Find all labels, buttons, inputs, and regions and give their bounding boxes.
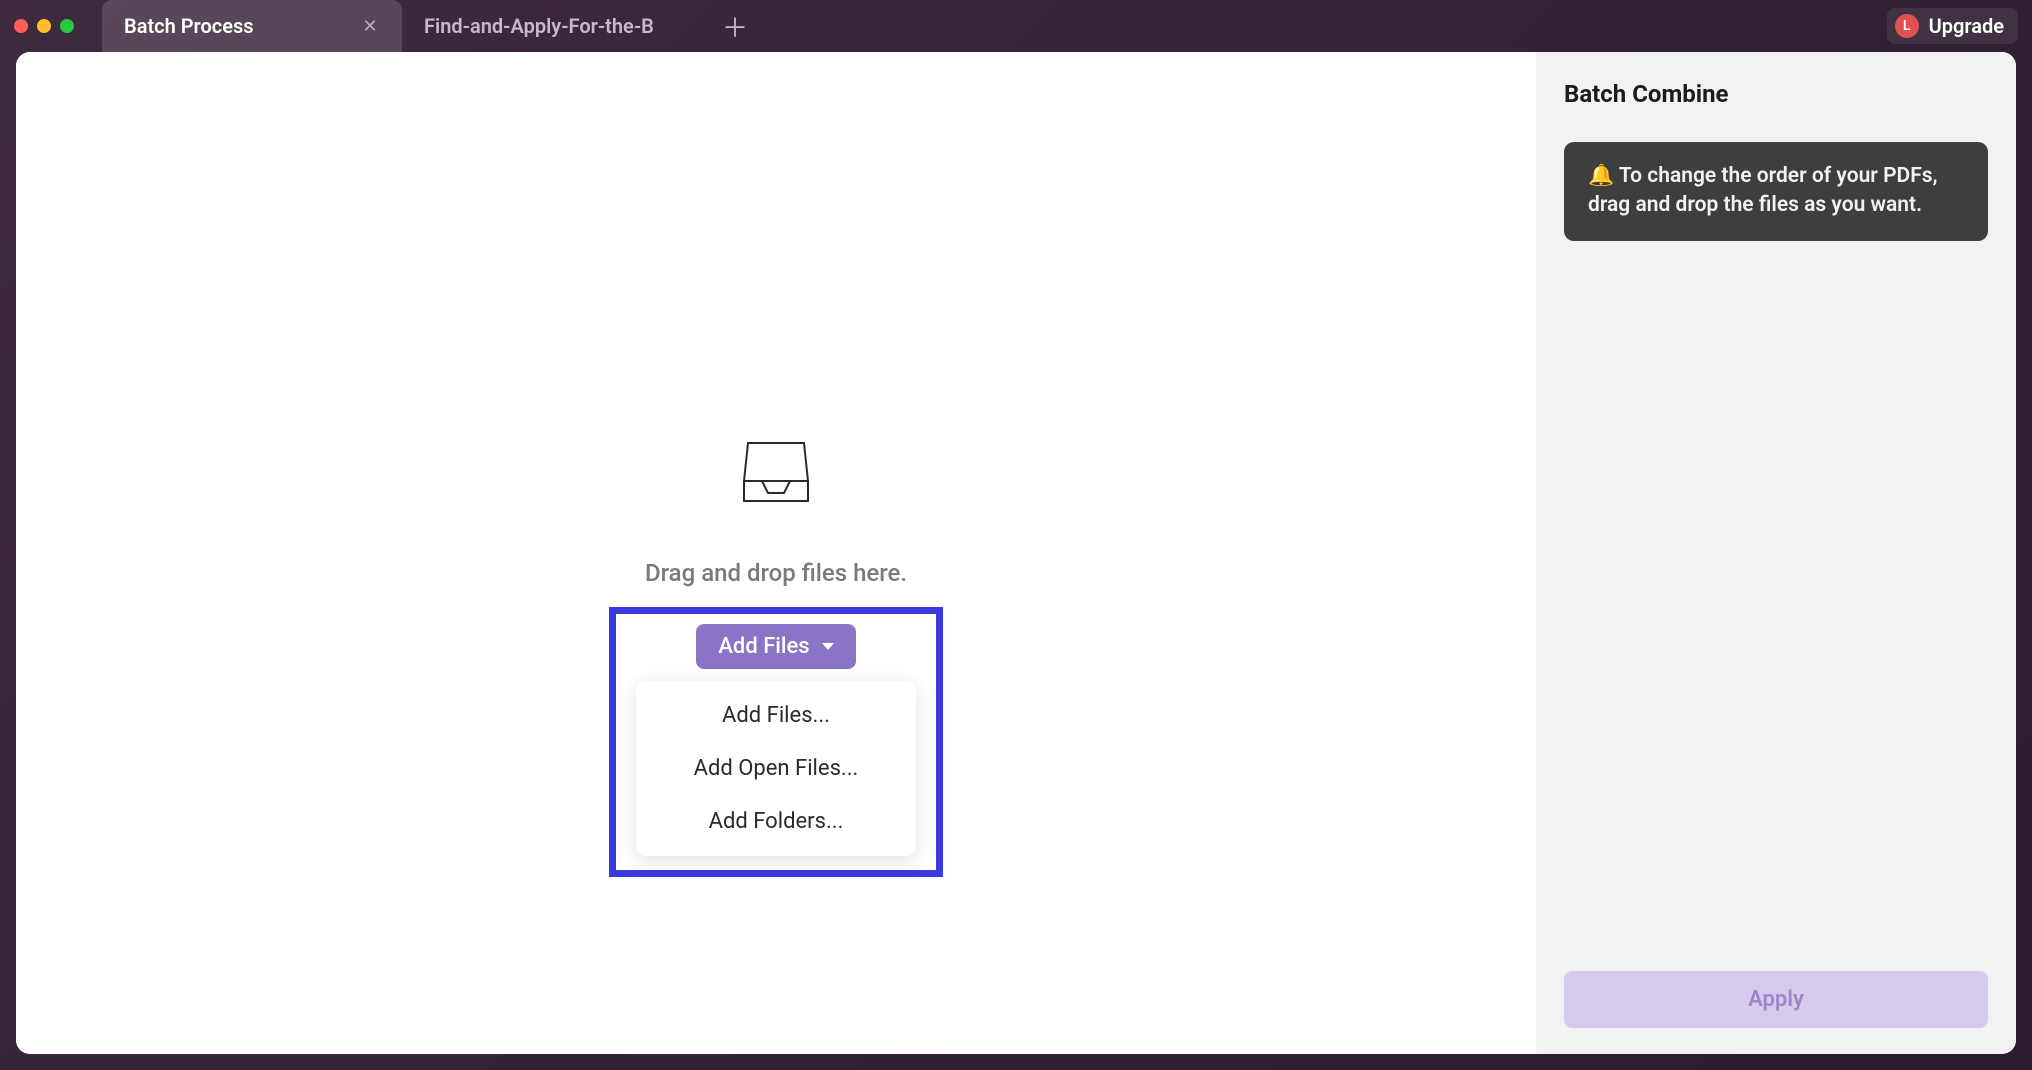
tabstrip: Batch Process ✕ Find-and-Apply-For-the-B… <box>102 0 1879 52</box>
tab-label: Find-and-Apply-For-the-B <box>424 14 680 38</box>
window-minimize-button[interactable] <box>37 19 51 33</box>
menu-item-add-folders[interactable]: Add Folders... <box>636 795 916 848</box>
tab-close-icon[interactable]: ✕ <box>360 16 380 36</box>
tip-text: To change the order of your PDFs, drag a… <box>1588 164 1938 217</box>
add-files-highlight: Add Files Add Files... Add Open Files...… <box>609 607 943 877</box>
inbox-tray-icon <box>740 437 812 511</box>
sidebar: Batch Combine 🔔 To change the order of y… <box>1536 52 2016 1054</box>
main-drop-area[interactable]: Drag and drop files here. Add Files Add … <box>16 52 1536 1054</box>
titlebar: Batch Process ✕ Find-and-Apply-For-the-B… <box>0 0 2032 52</box>
tab-label: Batch Process <box>124 14 254 38</box>
workspace: Drag and drop files here. Add Files Add … <box>16 52 2016 1054</box>
titlebar-right: L Upgrade <box>1887 8 2018 44</box>
upgrade-label: Upgrade <box>1929 14 2004 38</box>
add-files-label: Add Files <box>718 634 809 659</box>
avatar: L <box>1895 14 1919 38</box>
avatar-letter: L <box>1903 18 1911 34</box>
apply-button[interactable]: Apply <box>1564 971 1988 1028</box>
new-tab-button[interactable]: ＋ <box>702 0 768 52</box>
tab-batch-process[interactable]: Batch Process ✕ <box>102 0 402 52</box>
window-close-button[interactable] <box>14 19 28 33</box>
sidebar-title: Batch Combine <box>1564 80 1988 108</box>
add-files-button[interactable]: Add Files <box>696 624 855 669</box>
bell-icon: 🔔 <box>1588 164 1614 188</box>
menu-item-add-open-files[interactable]: Add Open Files... <box>636 742 916 795</box>
drop-label: Drag and drop files here. <box>645 559 907 587</box>
add-files-menu: Add Files... Add Open Files... Add Folde… <box>636 681 916 856</box>
drop-zone: Drag and drop files here. Add Files Add … <box>609 437 943 877</box>
upgrade-button[interactable]: L Upgrade <box>1887 8 2018 44</box>
traffic-lights <box>14 19 74 33</box>
tip-box: 🔔 To change the order of your PDFs, drag… <box>1564 142 1988 241</box>
menu-item-add-files[interactable]: Add Files... <box>636 689 916 742</box>
caret-down-icon <box>822 643 834 650</box>
window-maximize-button[interactable] <box>60 19 74 33</box>
tab-document[interactable]: Find-and-Apply-For-the-B <box>402 0 702 52</box>
